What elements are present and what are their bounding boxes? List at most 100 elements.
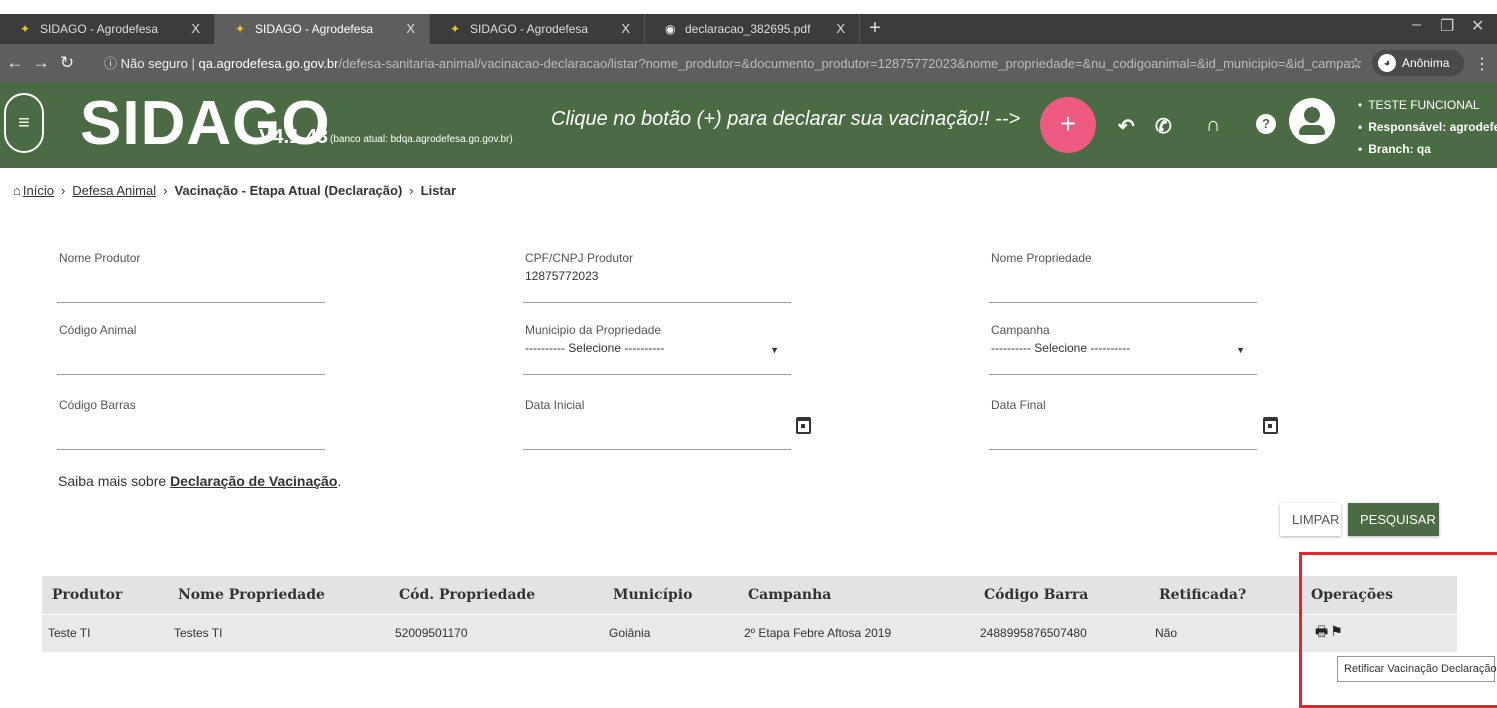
municipio-select[interactable]: Municipio da Propriedade ---------- Sele… [523, 323, 791, 375]
browser-tab-3[interactable]: ✦ SIDAGO - Agrodefesa X [430, 14, 645, 44]
data-final-label: Data Final [991, 398, 1046, 412]
user-info: TESTE FUNCIONAL Responsável: agrodefesa … [1358, 94, 1497, 160]
address-bar: ← → ↻ ⓘ Não seguro | qa.agrodefesa.go.go… [0, 44, 1497, 82]
dropdown-caret-icon: ▼ [770, 345, 779, 355]
tab-title: declaracao_382695.pdf [685, 22, 811, 36]
tab-title: SIDAGO - Agrodefesa [40, 22, 159, 36]
cell-retificada: Não [1149, 613, 1301, 652]
new-tab-button[interactable]: + [860, 14, 890, 44]
col-campanha[interactable]: Campanha [738, 576, 974, 614]
data-inicial-label: Data Inicial [525, 398, 585, 412]
user-avatar[interactable] [1289, 98, 1335, 144]
undo-icon[interactable]: ↶ [1118, 114, 1135, 139]
help-icon[interactable]: ? [1256, 114, 1276, 134]
data-inicial-field[interactable]: Data Inicial [523, 398, 791, 450]
pesquisar-button[interactable]: PESQUISAR [1348, 503, 1439, 536]
url-host: qa.agrodefesa.go.gov.br [198, 56, 339, 71]
phone-icon[interactable]: ✆ [1155, 114, 1172, 139]
add-declaration-button[interactable]: + [1040, 97, 1096, 153]
campanha-label: Campanha [991, 323, 1050, 337]
bookmark-star-icon[interactable]: ☆ [1349, 54, 1362, 72]
codigo-barras-label: Código Barras [59, 398, 136, 412]
info-icon[interactable]: ⓘ [104, 56, 117, 71]
table-header-row: Produtor Nome Propriedade Cód. Proprieda… [42, 576, 1457, 614]
tab-title: SIDAGO - Agrodefesa [470, 22, 589, 36]
back-arrow-icon[interactable]: ← [4, 53, 26, 73]
saiba-mais-text: Saiba mais sobre Declaração de Vacinação… [58, 473, 342, 489]
browser-tab-2[interactable]: ✦ SIDAGO - Agrodefesa X [215, 14, 430, 44]
col-retificada[interactable]: Retificada? [1149, 576, 1301, 614]
dropdown-caret-icon: ▼ [1236, 345, 1245, 355]
hamburger-menu-button[interactable]: ≡ [4, 93, 44, 153]
incognito-icon: ◕ [1378, 54, 1396, 72]
cpf-cnpj-field[interactable]: CPF/CNPJ Produtor 12875772023 [523, 251, 791, 303]
col-cod-propriedade[interactable]: Cód. Propriedade [389, 576, 603, 614]
hamburger-icon: ≡ [18, 112, 30, 134]
window-close-icon[interactable]: ✕ [1471, 16, 1484, 36]
breadcrumb-defesa-animal[interactable]: Defesa Animal [72, 183, 156, 198]
nome-propriedade-field[interactable]: Nome Propriedade [989, 251, 1257, 303]
profile-button[interactable]: ◕ Anônima [1372, 50, 1464, 76]
browser-tab-1[interactable]: ✦ SIDAGO - Agrodefesa X [0, 14, 215, 44]
url-field[interactable]: ⓘ Não seguro | qa.agrodefesa.go.gov.br/d… [104, 53, 1361, 72]
retificar-tooltip: Retificar Vacinação Declaração [1337, 656, 1497, 682]
tab-close-icon[interactable]: X [621, 21, 630, 36]
calendar-icon[interactable] [1263, 417, 1278, 434]
calendar-icon[interactable] [796, 417, 811, 434]
campanha-value: ---------- Selecione ---------- [991, 341, 1131, 355]
sidago-favicon-icon: ✦ [20, 22, 31, 36]
cell-produtor: Teste TI [42, 613, 168, 652]
tab-close-icon[interactable]: X [836, 21, 845, 36]
col-produtor[interactable]: Produtor [42, 576, 168, 614]
cell-codigo-barra: 2488995876507480 [974, 613, 1149, 652]
cell-campanha: 2º Etapa Febre Aftosa 2019 [738, 613, 974, 652]
cell-municipio: Goiânia [603, 613, 738, 652]
breadcrumb-listar: Listar [420, 183, 457, 198]
cell-nome-propriedade: Testes TI [168, 613, 389, 652]
nome-produtor-field[interactable]: Nome Produtor [57, 251, 325, 303]
app-header: ≡ SIDAGO V4.1.43 (banco atual: bdqa.agro… [0, 82, 1497, 168]
municipio-label: Municipio da Propriedade [525, 323, 662, 337]
breadcrumb-inicio[interactable]: Início [23, 183, 54, 198]
window-top-edge [0, 0, 1497, 14]
cpf-cnpj-value: 12875772023 [525, 269, 599, 283]
results-table: Produtor Nome Propriedade Cód. Proprieda… [42, 576, 1457, 652]
app-version: V4.1.43 [259, 126, 328, 148]
nome-produtor-label: Nome Produtor [59, 251, 141, 265]
col-municipio[interactable]: Município [603, 576, 738, 614]
col-nome-propriedade[interactable]: Nome Propriedade [168, 576, 389, 614]
breadcrumb-separator-icon: › [60, 183, 66, 198]
campanha-select[interactable]: Campanha ---------- Selecione ----------… [989, 323, 1257, 375]
annotation-highlight-box [1299, 552, 1497, 708]
codigo-animal-field[interactable]: Código Animal [57, 323, 325, 375]
browser-menu-icon[interactable]: ⋮ [1474, 54, 1490, 74]
sidago-favicon-icon: ✦ [450, 22, 461, 36]
user-name: TESTE FUNCIONAL [1358, 94, 1497, 116]
home-icon: ⌂ [13, 183, 21, 198]
data-final-field[interactable]: Data Final [989, 398, 1257, 450]
col-codigo-barra[interactable]: Código Barra [974, 576, 1149, 614]
declaracao-vacinacao-link[interactable]: Declaração de Vacinação [170, 473, 337, 489]
breadcrumb-separator-icon: › [163, 183, 168, 198]
url-path: /defesa-sanitaria-animal/vacinacao-decla… [338, 56, 1362, 71]
breadcrumb-vacinacao: Vacinação - Etapa Atual (Declaração) [174, 183, 403, 198]
cpf-cnpj-label: CPF/CNPJ Produtor [525, 251, 634, 265]
reload-icon[interactable]: ↻ [56, 53, 78, 73]
profile-label: Anônima [1402, 56, 1450, 70]
codigo-barras-field[interactable]: Código Barras [57, 398, 325, 450]
database-info: (banco atual: bdqa.agrodefesa.go.gov.br) [330, 134, 513, 145]
forward-arrow-icon[interactable]: → [30, 53, 52, 73]
headset-icon[interactable]: ∩ [1206, 114, 1220, 137]
restore-icon[interactable]: ❐ [1440, 16, 1454, 36]
tab-close-icon[interactable]: X [191, 21, 200, 36]
user-responsible: Responsável: agrodefesa [1358, 116, 1497, 138]
browser-tab-4[interactable]: ◉ declaracao_382695.pdf X [645, 14, 860, 44]
security-status: Não seguro [120, 56, 188, 71]
minimize-icon[interactable]: – [1412, 16, 1421, 34]
limpar-button[interactable]: LIMPAR [1280, 503, 1341, 536]
tab-close-icon[interactable]: X [406, 21, 415, 36]
cell-cod-propriedade: 52009501170 [389, 613, 603, 652]
codigo-animal-label: Código Animal [59, 323, 137, 337]
tab-title: SIDAGO - Agrodefesa [255, 22, 374, 36]
nome-propriedade-label: Nome Propriedade [991, 251, 1092, 265]
